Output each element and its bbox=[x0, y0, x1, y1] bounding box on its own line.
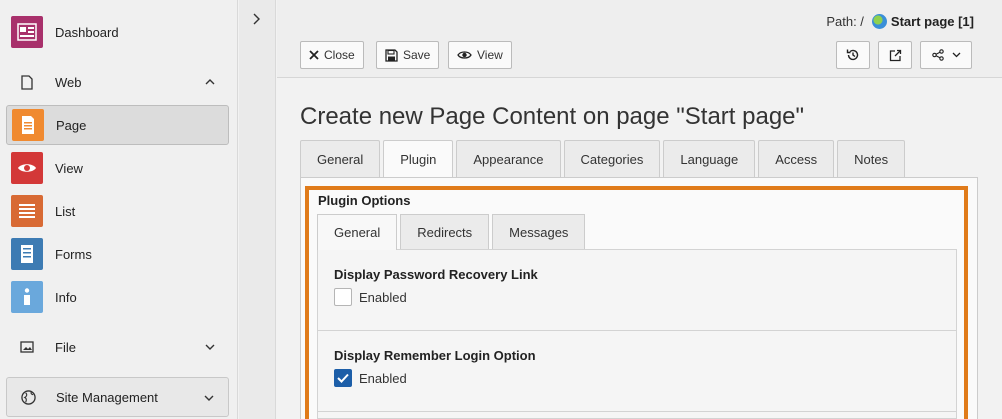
module-info[interactable]: Info bbox=[6, 277, 229, 317]
close-button-label: Close bbox=[324, 48, 355, 62]
module-menu: Dashboard Web Page View List Forms Info … bbox=[0, 0, 238, 419]
save-button[interactable]: Save bbox=[376, 41, 440, 69]
module-label: Forms bbox=[55, 246, 92, 262]
list-icon bbox=[11, 195, 43, 227]
info-icon bbox=[11, 281, 43, 313]
highlight-frame bbox=[305, 186, 968, 419]
module-list[interactable]: List bbox=[6, 191, 229, 231]
share-dropdown-button[interactable] bbox=[920, 41, 972, 69]
view-icon bbox=[11, 152, 43, 184]
save-icon bbox=[385, 48, 398, 62]
history-button[interactable] bbox=[836, 41, 870, 69]
external-link-icon bbox=[889, 49, 901, 61]
module-label: List bbox=[55, 203, 76, 219]
chevron-down-icon bbox=[205, 342, 215, 352]
group-label: File bbox=[55, 339, 76, 355]
tab-general[interactable]: General bbox=[300, 140, 381, 177]
module-forms[interactable]: Forms bbox=[6, 234, 229, 274]
docheader: Path: / Start page [1] Close Save View bbox=[277, 0, 1002, 78]
save-button-label: Save bbox=[403, 48, 431, 62]
chevron-right-icon[interactable] bbox=[252, 12, 264, 25]
module-label: Dashboard bbox=[55, 24, 119, 40]
open-new-window-button[interactable] bbox=[878, 41, 912, 69]
tab-categories[interactable]: Categories bbox=[563, 140, 661, 177]
module-label: Info bbox=[55, 289, 77, 305]
module-page[interactable]: Page bbox=[6, 105, 229, 145]
chevron-down-icon bbox=[204, 388, 214, 406]
tab-language[interactable]: Language bbox=[663, 140, 756, 177]
tab-access[interactable]: Access bbox=[758, 140, 835, 177]
group-site-management[interactable]: Site Management bbox=[6, 377, 229, 417]
image-icon bbox=[11, 341, 43, 353]
group-web[interactable]: Web bbox=[6, 62, 229, 102]
close-icon bbox=[309, 50, 319, 60]
history-icon bbox=[846, 49, 859, 61]
path-page[interactable]: Start page [1] bbox=[891, 14, 974, 29]
module-label: View bbox=[55, 160, 83, 176]
close-button[interactable]: Close bbox=[300, 41, 364, 69]
tab-appearance[interactable]: Appearance bbox=[456, 140, 561, 177]
dashboard-icon bbox=[11, 16, 43, 48]
main-tabs: General Plugin Appearance Categories Lan… bbox=[300, 140, 906, 178]
document-icon bbox=[11, 74, 43, 90]
tree-collapse-bar bbox=[239, 0, 276, 419]
path-label: Path: / bbox=[826, 14, 864, 29]
module-view[interactable]: View bbox=[6, 148, 229, 188]
group-label: Web bbox=[55, 74, 82, 90]
eye-icon bbox=[457, 51, 472, 59]
page-icon bbox=[12, 109, 44, 141]
chevron-down-icon bbox=[952, 52, 960, 58]
view-button-label: View bbox=[477, 48, 503, 62]
share-icon bbox=[931, 49, 944, 61]
module-label: Page bbox=[56, 117, 87, 133]
globe-icon bbox=[871, 14, 887, 29]
chevron-up-icon bbox=[205, 77, 215, 87]
group-file[interactable]: File bbox=[6, 327, 229, 367]
tab-plugin[interactable]: Plugin bbox=[383, 140, 454, 178]
globe-icon bbox=[12, 381, 44, 413]
group-label: Site Management bbox=[56, 389, 158, 405]
tab-notes[interactable]: Notes bbox=[837, 140, 906, 177]
forms-icon bbox=[11, 238, 43, 270]
view-button[interactable]: View bbox=[448, 41, 512, 69]
module-dashboard[interactable]: Dashboard bbox=[6, 12, 229, 52]
breadcrumb: Path: / Start page [1] bbox=[826, 14, 974, 29]
page-title: Create new Page Content on page "Start p… bbox=[300, 103, 805, 130]
